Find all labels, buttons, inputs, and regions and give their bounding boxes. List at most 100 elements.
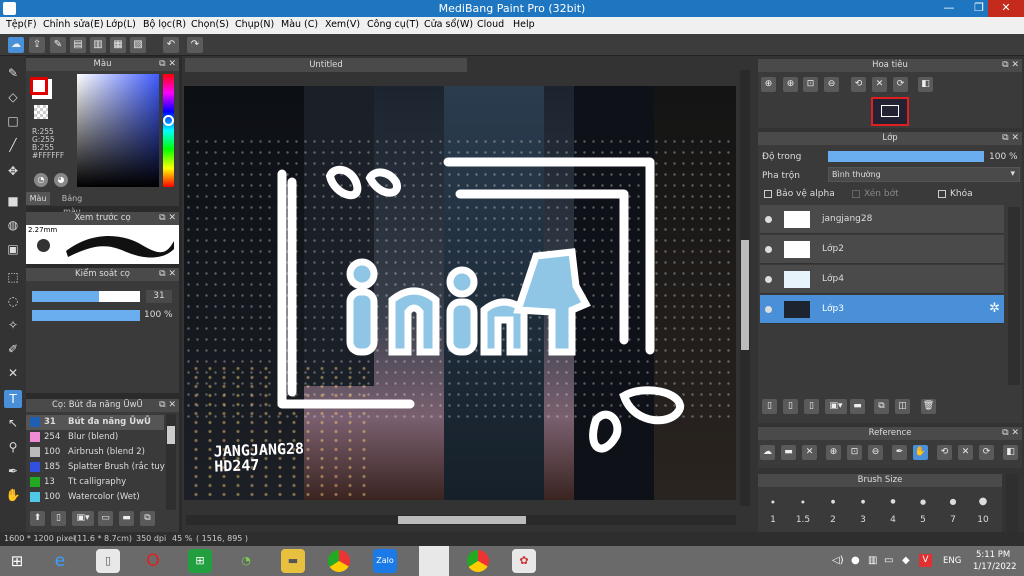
tab-palette[interactable]: Bảng màu <box>52 192 92 216</box>
menu-layer[interactable]: Lớp(L) <box>106 19 136 30</box>
layer-opacity-slider[interactable] <box>828 151 984 162</box>
comment-icon[interactable]: ✎ <box>50 37 66 53</box>
antivirus-icon[interactable]: ◆ <box>902 555 910 566</box>
lasso-tool-icon[interactable]: ◌ <box>4 292 22 310</box>
reset-view-icon[interactable]: ✕ <box>872 77 887 92</box>
saturation-value-picker[interactable] <box>77 74 159 187</box>
menu-color[interactable]: Màu (C) <box>281 19 318 30</box>
chrome-tray-icon[interactable]: ● <box>851 555 860 566</box>
brush-item[interactable]: 254 Blur (blend) <box>26 430 164 445</box>
brush-item[interactable]: 100 Airbrush (blend 2) <box>26 445 164 460</box>
brush-doc-icon[interactable]: ▭ <box>98 511 113 526</box>
vertical-scrollbar[interactable] <box>740 70 750 506</box>
new-halftone-layer-icon[interactable]: ▯ <box>783 399 798 414</box>
rotate-right-icon[interactable]: ⟳ <box>979 445 994 460</box>
zalo-icon[interactable]: Zalo <box>373 549 397 573</box>
panel-close-icon[interactable]: ⧉ ✕ <box>1002 59 1019 72</box>
brush-size-preset[interactable]: ● 10 <box>968 489 998 529</box>
brush-size-preset[interactable]: ● 1 <box>758 489 788 529</box>
grid-icon[interactable]: ▧ <box>130 37 146 53</box>
panel-close-icon[interactable]: ⧉ ✕ <box>1002 132 1019 145</box>
clock-date[interactable]: 1/17/2022 <box>973 562 1017 572</box>
brush-item[interactable]: 100 Watercolor (Wet) <box>26 490 164 505</box>
horizontal-scrollbar[interactable] <box>186 515 736 525</box>
brush-size-preset[interactable]: ● 5 <box>908 489 938 529</box>
new-brush-icon[interactable]: ▯ <box>51 511 66 526</box>
transparent-color-swatch[interactable] <box>34 105 48 119</box>
brush-tool-icon[interactable]: ✎ <box>4 64 22 82</box>
menu-view[interactable]: Xem(V) <box>325 19 360 30</box>
vertical-scroll-thumb[interactable] <box>741 240 749 350</box>
menu-tools[interactable]: Công cụ(T) <box>367 19 419 30</box>
rotate-left-icon[interactable]: ⟲ <box>937 445 952 460</box>
open-folder-icon[interactable]: ▬ <box>781 445 796 460</box>
brush-list-scrollbar[interactable] <box>166 414 176 510</box>
fit-screen-icon[interactable]: ⊡ <box>847 445 862 460</box>
duplicate-layer-icon[interactable]: ⧉ <box>874 399 889 414</box>
brush-item[interactable]: 13 Tt calligraphy <box>26 475 164 490</box>
add-brush-icon[interactable]: ⬆ <box>30 511 45 526</box>
panel-close-icon[interactable]: ⧉ ✕ <box>159 58 176 71</box>
eyedropper-icon[interactable]: ⚲ <box>4 438 22 456</box>
line-tool-icon[interactable]: ╱ <box>4 136 22 154</box>
zoom-in-icon[interactable]: ⊕ <box>761 77 776 92</box>
text-tool-icon[interactable]: T <box>4 390 22 408</box>
zoom-fit-icon[interactable]: ⊕ <box>783 77 798 92</box>
brush-size-preset[interactable]: ● 1.5 <box>788 489 818 529</box>
redo-icon[interactable]: ↷ <box>187 37 203 53</box>
network-icon[interactable]: ▥ <box>868 555 877 566</box>
brush-folder-icon[interactable]: ▬ <box>119 511 134 526</box>
blend-mode-select[interactable]: Bình thường ▾ <box>828 167 1020 182</box>
brush-size-value[interactable]: 31 <box>146 290 172 303</box>
lock-checkbox[interactable] <box>938 190 946 198</box>
operation-tool-icon[interactable]: ↖ <box>4 414 22 432</box>
color-option-icon[interactable]: ◔ <box>34 173 48 187</box>
minimize-button[interactable]: — <box>934 0 964 17</box>
eye-icon[interactable] <box>765 306 772 313</box>
cloud-icon[interactable]: ☁ <box>8 37 24 53</box>
delete-layer-icon[interactable]: 🗑 <box>921 399 936 414</box>
menu-file[interactable]: Tệp(F) <box>6 19 37 30</box>
chat-icon[interactable]: ▤ <box>70 37 86 53</box>
reset-view-icon[interactable]: ✕ <box>958 445 973 460</box>
flip-icon[interactable]: ◧ <box>1003 445 1018 460</box>
brush-size-preset[interactable]: ● 3 <box>848 489 878 529</box>
layer-item[interactable]: Lớp3 ✲ <box>760 295 1004 324</box>
paint-icon[interactable]: ✿ <box>512 549 536 573</box>
clipping-checkbox[interactable] <box>852 190 860 198</box>
menu-filter[interactable]: Bộ lọc(R) <box>143 19 186 30</box>
language-indicator[interactable]: ENG <box>943 556 961 566</box>
gear-icon[interactable]: ✲ <box>989 301 1000 316</box>
hue-slider[interactable] <box>163 74 174 187</box>
menu-window[interactable]: Cửa sổ(W) <box>424 19 473 30</box>
new-layer-icon[interactable]: ▯ <box>762 399 777 414</box>
eye-icon[interactable] <box>765 246 772 253</box>
protect-alpha-checkbox[interactable] <box>764 190 772 198</box>
rotate-left-icon[interactable]: ⟲ <box>851 77 866 92</box>
zoom-in-icon[interactable]: ⊕ <box>826 445 841 460</box>
fit-screen-icon[interactable]: ⊡ <box>803 77 818 92</box>
document-tab[interactable]: Untitled <box>185 58 467 72</box>
panel-close-icon[interactable]: ⧉ ✕ <box>159 268 176 281</box>
brush-size-preset[interactable]: ● 7 <box>938 489 968 529</box>
brush-list-scroll-thumb[interactable] <box>167 426 175 444</box>
primary-color-swatch[interactable] <box>30 77 48 95</box>
eyedropper-icon[interactable]: ✒ <box>892 445 907 460</box>
menu-help[interactable]: Help <box>513 19 535 30</box>
opera-icon[interactable]: O <box>141 549 165 573</box>
brush-item[interactable]: 185 Splatter Brush (rắc tuy <box>26 460 165 475</box>
layer-item[interactable]: Lớp2 <box>760 235 1004 264</box>
medibang-icon[interactable] <box>419 546 449 576</box>
brush-size-scrollbar[interactable] <box>1006 474 1018 532</box>
store-icon[interactable]: ⊞ <box>188 549 212 573</box>
panel-close-icon[interactable]: ⧉ ✕ <box>1002 427 1019 440</box>
rotate-right-icon[interactable]: ⟳ <box>893 77 908 92</box>
undo-icon[interactable]: ↶ <box>163 37 179 53</box>
layer-list-scrollbar[interactable] <box>1008 207 1020 385</box>
hand-icon[interactable]: ✋ <box>913 445 928 460</box>
internet-explorer-icon[interactable]: e <box>48 549 72 573</box>
layer-item[interactable]: jangjang28 <box>760 205 1004 234</box>
brush-size-preset[interactable]: ● 2 <box>818 489 848 529</box>
bucket-tool-icon[interactable]: ◍ <box>4 216 22 234</box>
hand-tool-icon[interactable]: ✋ <box>4 486 22 504</box>
